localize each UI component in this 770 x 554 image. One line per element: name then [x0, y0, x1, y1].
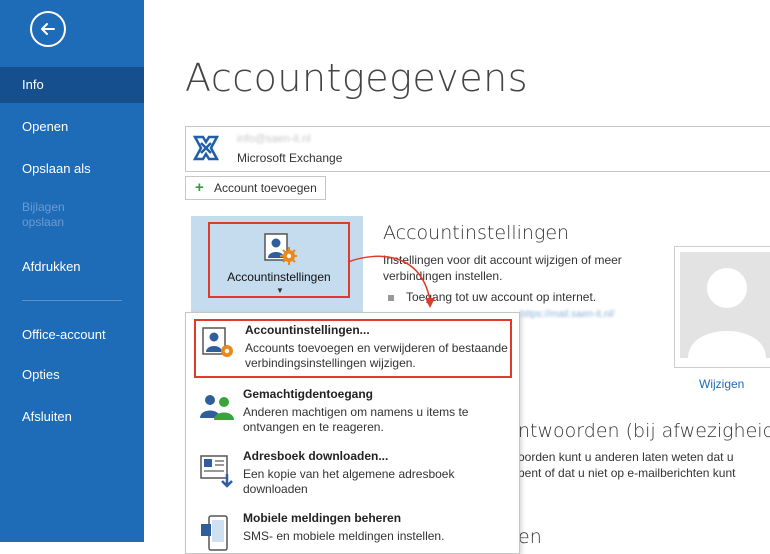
- nav-info[interactable]: Info: [0, 67, 144, 103]
- delegate-access-icon: [200, 395, 234, 420]
- web-access-link[interactable]: https://mail.saen-it.nl/: [520, 309, 614, 320]
- change-photo-link[interactable]: Wijzigen: [699, 377, 744, 391]
- menu-item-download-address-book[interactable]: Adresboek downloaden... Een kopie van he…: [194, 447, 512, 503]
- bullet-text: Toegang tot uw account op internet.: [406, 290, 597, 304]
- nav-office-account[interactable]: Office-account: [0, 318, 144, 352]
- plus-icon: +: [195, 179, 204, 196]
- nav-opties[interactable]: Opties: [0, 358, 144, 392]
- nav-bijlagen-opslaan: Bijlagen opslaan: [0, 200, 144, 230]
- section-description: Instellingen voor dit account wijzigen o…: [383, 253, 622, 283]
- menu-item-desc: Accounts toevoegen en verwijderen of bes…: [245, 341, 508, 370]
- bullet-item: Toegang tot uw account op internet.: [388, 290, 596, 304]
- auto-reply-text-line2: pent of dat u niet op e-mailberichten ku…: [518, 466, 736, 480]
- exchange-logo-icon: [192, 135, 220, 161]
- back-button[interactable]: [30, 11, 66, 47]
- account-settings-tile[interactable]: Accountinstellingen ▼: [208, 222, 350, 298]
- menu-item-title: Mobiele meldingen beheren: [243, 511, 402, 525]
- account-email: info@saen-it.nl: [237, 133, 311, 145]
- account-settings-dropdown: Accountinstellingen... Accounts toevoege…: [185, 312, 520, 554]
- menu-item-desc: Anderen machtigen om namens u items te o…: [243, 405, 469, 434]
- section-title: Accountinstellingen: [383, 222, 570, 244]
- backstage-sidebar: Info Openen Opslaan als Bijlagen opslaan…: [0, 0, 144, 542]
- account-type: Microsoft Exchange: [237, 151, 343, 165]
- menu-item-desc: Een kopie van het algemene adresboek dow…: [243, 467, 455, 496]
- next-section-heading: en: [518, 526, 542, 548]
- page-title: Accountgegevens: [185, 56, 529, 100]
- photo-placeholder: [680, 252, 770, 358]
- nav-openen[interactable]: Openen: [0, 110, 144, 144]
- menu-item-title: Adresboek downloaden...: [243, 449, 389, 463]
- add-account-label: Account toevoegen: [214, 181, 317, 195]
- auto-reply-text-line1: oorden kunt u anderen laten weten dat u: [518, 450, 734, 464]
- back-arrow-icon: [41, 23, 55, 35]
- address-book-download-icon: [200, 455, 233, 488]
- nav-afdrukken[interactable]: Afdrukken: [0, 250, 144, 284]
- chevron-down-icon: ▼: [276, 286, 284, 295]
- bullet-square-icon: [388, 294, 394, 301]
- account-settings-gear-icon: [264, 233, 297, 265]
- account-settings-icon: [202, 327, 233, 357]
- menu-item-delegate-access[interactable]: Gemachtigdentoegang Anderen machtigen om…: [194, 385, 512, 441]
- profile-photo: [674, 246, 770, 368]
- menu-item-account-settings[interactable]: Accountinstellingen... Accounts toevoege…: [194, 319, 512, 378]
- nav-divider: [22, 300, 122, 301]
- nav-opslaan-als[interactable]: Opslaan als: [0, 152, 144, 186]
- nav-afsluiten[interactable]: Afsluiten: [0, 400, 144, 434]
- account-selector[interactable]: info@saen-it.nl Microsoft Exchange: [185, 126, 770, 172]
- menu-item-mobile-notifications[interactable]: Mobiele meldingen beheren SMS- en mobiel…: [194, 509, 512, 553]
- menu-item-title: Gemachtigdentoegang: [243, 387, 374, 401]
- account-settings-tile-label: Accountinstellingen: [227, 270, 331, 284]
- person-silhouette-icon: [688, 268, 766, 358]
- menu-item-title: Accountinstellingen...: [245, 323, 370, 337]
- mobile-notifications-icon: [201, 515, 228, 551]
- auto-reply-heading: ntwoorden (bij afwezigheid): [518, 420, 770, 442]
- add-account-button[interactable]: + Account toevoegen: [185, 176, 326, 200]
- nav-bijlagen-opslaan-label: Bijlagen opslaan: [22, 200, 65, 229]
